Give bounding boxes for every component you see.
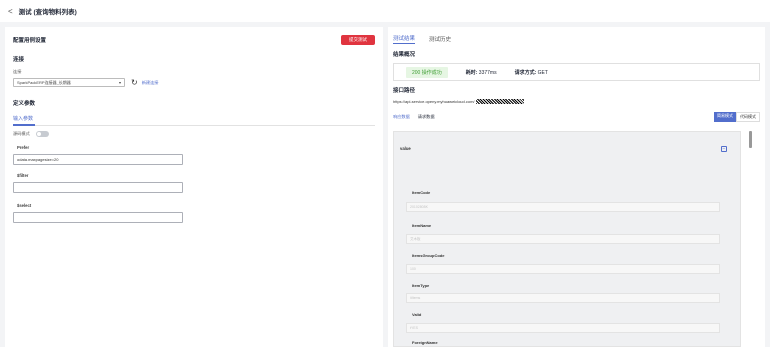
viewer-scrollbar[interactable] [749, 131, 752, 148]
field-value-itemsgroupcode: 100 [406, 264, 720, 274]
field-value-valid: tYES [406, 323, 720, 333]
endpoint-section-title: 接口路径 [393, 88, 416, 94]
field-label-foreignname: ForeignName [412, 340, 438, 345]
response-viewer: value − ItemCode 20102808K ItemName 艾木板 … [393, 131, 741, 347]
source-mode-label: 源码模式 [13, 131, 30, 136]
param-label-filter: $filter [17, 173, 29, 178]
result-summary: 200 操作成功 耗时: 3377ms 请求方式: GET [393, 63, 760, 81]
tab-test-result[interactable]: 测试结果 [393, 34, 416, 44]
tab-request-data[interactable]: 请求数据 [418, 114, 435, 120]
tab-response-data[interactable]: 响应数据 [393, 114, 410, 120]
field-label-itemsgroupcode: ItemsGroupCode [412, 253, 445, 258]
status-badge: 200 操作成功 [406, 66, 448, 78]
param-input-select[interactable] [13, 212, 183, 223]
params-section-title: 定义参数 [13, 101, 36, 107]
connection-select-value: SparkPackERP连接器_长期器 [17, 79, 71, 85]
endpoint-url-row: https://api-service.openy.myhuaweicloud.… [393, 99, 760, 104]
refresh-icon[interactable]: ↻ [131, 78, 138, 87]
back-icon[interactable]: < [8, 7, 13, 16]
param-input-filter[interactable] [13, 182, 183, 193]
field-value-itemname: 艾木板 [406, 234, 720, 244]
top-bar: < 测试 (查询物料列表) [0, 0, 770, 22]
source-mode-toggle[interactable] [35, 131, 49, 137]
config-panel: 配置用例设置 提交测试 连接 连接 SparkPackERP连接器_长期器 ▾ … [5, 27, 383, 347]
field-value-itemtype: itItems [406, 293, 720, 303]
config-title: 配置用例设置 [13, 38, 47, 44]
connection-field-label: 连接 [13, 69, 22, 74]
field-label-itemcode: ItemCode [412, 190, 431, 195]
field-label-valid: Valid [412, 312, 422, 317]
result-panel: 测试结果 测试历史 结果概况 200 操作成功 耗时: 3377ms 请求方式:… [388, 27, 765, 347]
code-mode-button[interactable]: 代码模式 [736, 112, 760, 122]
param-label-select: $select [17, 203, 32, 208]
collapse-icon[interactable]: − [721, 146, 727, 152]
simple-mode-button[interactable]: 简易模式 [714, 112, 736, 122]
param-label-prefer: Prefer [17, 145, 30, 150]
time-value: 3377ms [478, 69, 497, 76]
method-label: 请求方式: [514, 69, 537, 76]
masked-path [475, 99, 524, 104]
new-connection-link[interactable]: 新建连接 [142, 80, 159, 86]
endpoint-url: https://api-service.openy.myhuaweicloud.… [393, 99, 475, 104]
value-root-label: value [400, 146, 411, 151]
time-label: 耗时: [465, 69, 478, 76]
chevron-down-icon: ▾ [118, 80, 121, 85]
tab-test-history[interactable]: 测试历史 [429, 35, 451, 44]
page-title: 测试 (查询物料列表) [18, 9, 77, 16]
connection-select[interactable]: SparkPackERP连接器_长期器 ▾ [13, 78, 125, 87]
submit-test-button[interactable]: 提交测试 [341, 35, 375, 45]
field-label-itemname: ItemName [412, 223, 432, 228]
field-label-itemtype: ItemType [412, 283, 430, 288]
param-input-prefer[interactable]: odata.maxpagesize=20 [13, 154, 183, 165]
field-value-itemcode: 20102808K [406, 202, 720, 212]
method-value: GET [537, 69, 548, 76]
tab-underline [13, 124, 375, 126]
connection-section-title: 连接 [13, 57, 25, 63]
summary-section-title: 结果概况 [393, 52, 416, 58]
